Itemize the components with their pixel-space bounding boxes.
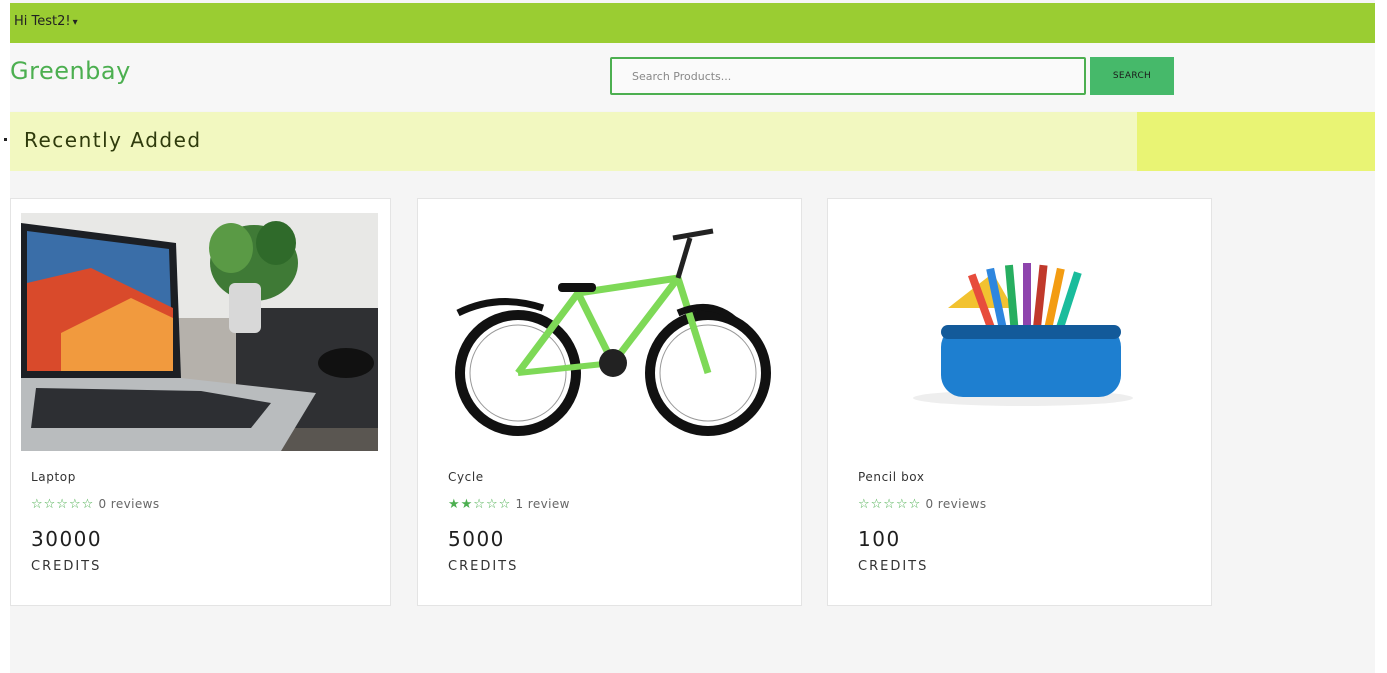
bullet-marker	[4, 138, 7, 141]
header: Greenbay SEARCH	[10, 43, 1375, 111]
search-input[interactable]	[610, 57, 1086, 95]
search-button[interactable]: SEARCH	[1090, 57, 1174, 95]
user-menu-toggle[interactable]: Hi Test2! ▾	[14, 14, 78, 29]
product-rating: ☆☆☆☆☆ 0 reviews	[31, 497, 160, 512]
product-price: 5000	[448, 527, 505, 551]
caret-down-icon: ▾	[72, 17, 78, 28]
product-image-laptop[interactable]	[21, 213, 378, 451]
product-card-laptop[interactable]: Laptop ☆☆☆☆☆ 0 reviews 30000 CREDITS	[10, 198, 391, 606]
price-unit: CREDITS	[31, 559, 102, 574]
right-edge	[1375, 0, 1387, 673]
review-count: 0 reviews	[925, 497, 987, 511]
review-count: 1 review	[515, 497, 570, 511]
product-name[interactable]: Laptop	[31, 470, 76, 484]
star-rating-icon: ★★☆☆☆	[448, 497, 512, 512]
product-name[interactable]: Cycle	[448, 470, 484, 484]
product-rating: ★★☆☆☆ 1 review	[448, 497, 570, 512]
star-rating-icon: ☆☆☆☆☆	[31, 497, 95, 512]
product-card-cycle[interactable]: Cycle ★★☆☆☆ 1 review 5000 CREDITS	[417, 198, 802, 606]
site-logo[interactable]: Greenbay	[10, 57, 131, 85]
section-header-accent	[1137, 112, 1375, 171]
price-unit: CREDITS	[448, 559, 519, 574]
product-price: 100	[858, 527, 901, 551]
product-price: 30000	[31, 527, 103, 551]
top-bar: Hi Test2! ▾	[10, 3, 1375, 43]
product-card-pencil-box[interactable]: Pencil box ☆☆☆☆☆ 0 reviews 100 CREDITS	[827, 198, 1212, 606]
review-count: 0 reviews	[98, 497, 160, 511]
price-unit: CREDITS	[858, 559, 929, 574]
section-header: Recently Added	[10, 112, 1137, 171]
product-rating: ☆☆☆☆☆ 0 reviews	[858, 497, 987, 512]
star-rating-icon: ☆☆☆☆☆	[858, 497, 922, 512]
product-image-pencil-box[interactable]	[838, 213, 1201, 451]
product-name[interactable]: Pencil box	[858, 470, 925, 484]
user-greeting: Hi Test2!	[14, 14, 71, 29]
product-image-cycle[interactable]	[428, 213, 791, 451]
left-edge	[0, 0, 10, 673]
section-title: Recently Added	[24, 128, 202, 152]
